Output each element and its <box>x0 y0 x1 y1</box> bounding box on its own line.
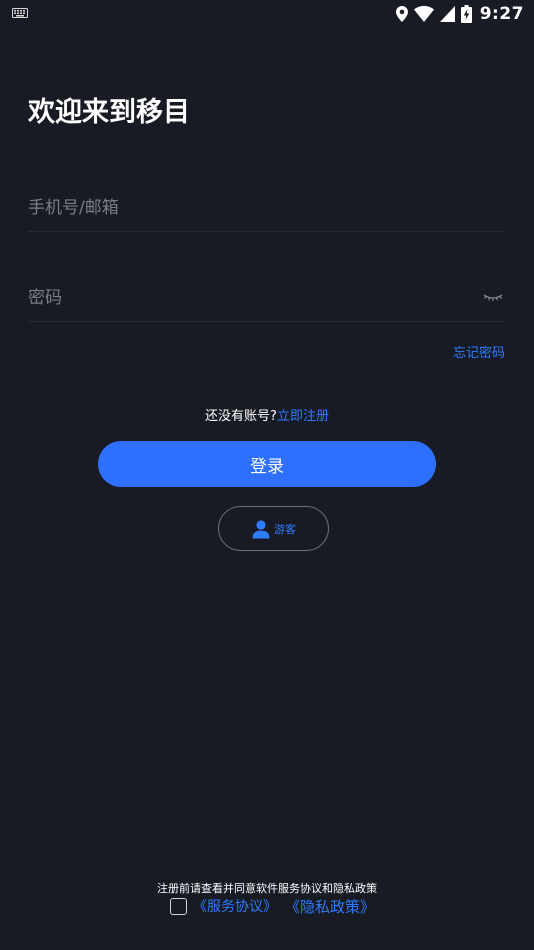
eye-closed-icon[interactable] <box>483 289 503 305</box>
register-link[interactable]: 立即注册 <box>277 409 329 424</box>
battery-charging-icon <box>460 5 472 23</box>
guest-label: 游客 <box>274 522 296 536</box>
phone-email-input[interactable] <box>28 184 505 231</box>
keyboard-icon <box>12 8 28 18</box>
signal-icon <box>439 6 455 22</box>
password-input[interactable] <box>28 274 505 321</box>
register-prompt: 还没有账号?立即注册 <box>0 405 534 424</box>
user-icon <box>252 519 270 538</box>
forgot-password-link[interactable]: 忘记密码 <box>453 342 505 361</box>
agreement-checkbox[interactable] <box>170 897 187 915</box>
wifi-icon <box>413 6 434 22</box>
status-icons: 9:27 <box>395 3 524 25</box>
phone-email-field <box>28 184 505 232</box>
guest-button[interactable]: 游客 <box>218 506 329 551</box>
password-field <box>28 274 505 322</box>
agreement-text: 注册前请查看并同意软件服务协议和隐私政策 <box>157 882 377 895</box>
location-icon <box>395 6 408 22</box>
login-screen: 9:27 欢迎来到移目 忘记密码 还没有账号?立即注册 登录 游客 <box>0 0 534 950</box>
login-button[interactable]: 登录 <box>98 441 436 487</box>
privacy-policy-link[interactable]: 《隐私政策》 <box>285 896 375 917</box>
page-title: 欢迎来到移目 <box>28 97 190 128</box>
status-bar: 9:27 <box>0 0 534 28</box>
register-question: 还没有账号? <box>205 409 277 424</box>
agreement-row: 《服务协议》 《隐私政策》 <box>170 896 375 916</box>
service-agreement-link[interactable]: 《服务协议》 <box>193 896 277 916</box>
status-time: 9:27 <box>479 4 524 24</box>
